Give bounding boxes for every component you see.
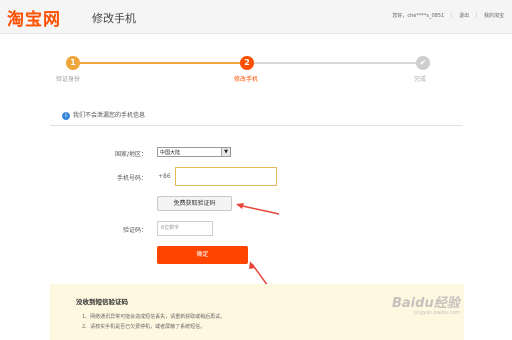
page-title: 修改手机 bbox=[92, 12, 136, 25]
info-icon: i bbox=[62, 111, 70, 120]
step-3-check-icon: ✔ bbox=[416, 56, 430, 70]
verification-code-input[interactable]: 6位数字 bbox=[157, 221, 213, 236]
dropdown-arrow-icon[interactable]: ▼ bbox=[221, 148, 230, 156]
phone-label: 手机号码： bbox=[116, 175, 147, 182]
step-1-circle: 1 bbox=[66, 56, 80, 70]
country-code-prefix: +86 bbox=[158, 173, 171, 180]
divider: | bbox=[450, 13, 453, 19]
user-bar: 您好，che****s_0851 | 退出 | 我的淘宝 bbox=[392, 12, 504, 19]
country-value: 中国大陆 bbox=[160, 150, 181, 156]
privacy-info: i 我们不会泄漏您的手机信息 bbox=[62, 110, 145, 120]
phone-input[interactable] bbox=[175, 167, 277, 186]
privacy-text: 我们不会泄漏您的手机信息 bbox=[73, 112, 146, 119]
step-2-label: 修改手机 bbox=[234, 76, 259, 83]
country-label: 国家/地区： bbox=[114, 151, 147, 158]
progress-line-done bbox=[73, 62, 245, 64]
my-taobao-link[interactable]: 我的淘宝 bbox=[484, 13, 504, 19]
taobao-logo[interactable]: 淘宝网 bbox=[7, 5, 61, 30]
notice-title: 没收到短信验证码 bbox=[76, 298, 128, 306]
step-2-circle: 2 bbox=[240, 56, 254, 70]
watermark-url: jingyan.baidu.com bbox=[414, 310, 461, 316]
confirm-button[interactable]: 确定 bbox=[157, 246, 248, 264]
user-greeting: 您好，che****s_0851 bbox=[392, 13, 445, 19]
country-select[interactable]: 中国大陆 ▼ bbox=[157, 147, 231, 157]
divider: | bbox=[475, 13, 478, 19]
notice-item: 2、请核实手机是否已欠费停机，或者屏蔽了系统短信。 bbox=[82, 324, 206, 330]
progress-line-pending bbox=[252, 62, 422, 64]
page-header: 淘宝网 修改手机 您好，che****s_0851 | 退出 | 我的淘宝 bbox=[0, 0, 512, 34]
verification-code-label: 验证码： bbox=[122, 227, 147, 234]
get-verification-code-button[interactable]: 免费获取验证码 bbox=[157, 196, 232, 211]
step-progress: 1 2 ✔ 验证身份 修改手机 完成 bbox=[0, 52, 512, 92]
step-3-label: 完成 bbox=[414, 76, 427, 83]
annotation-arrow-send-code bbox=[236, 203, 280, 215]
logout-link[interactable]: 退出 bbox=[459, 13, 469, 19]
step-1-label: 验证身份 bbox=[56, 76, 81, 83]
baidu-watermark-logo: Baidu经验 bbox=[392, 296, 460, 311]
section-divider bbox=[50, 125, 463, 126]
notice-item: 1、网络通讯异常可能会造成短信丢失，请重新获取或稍后再试。 bbox=[82, 314, 226, 320]
